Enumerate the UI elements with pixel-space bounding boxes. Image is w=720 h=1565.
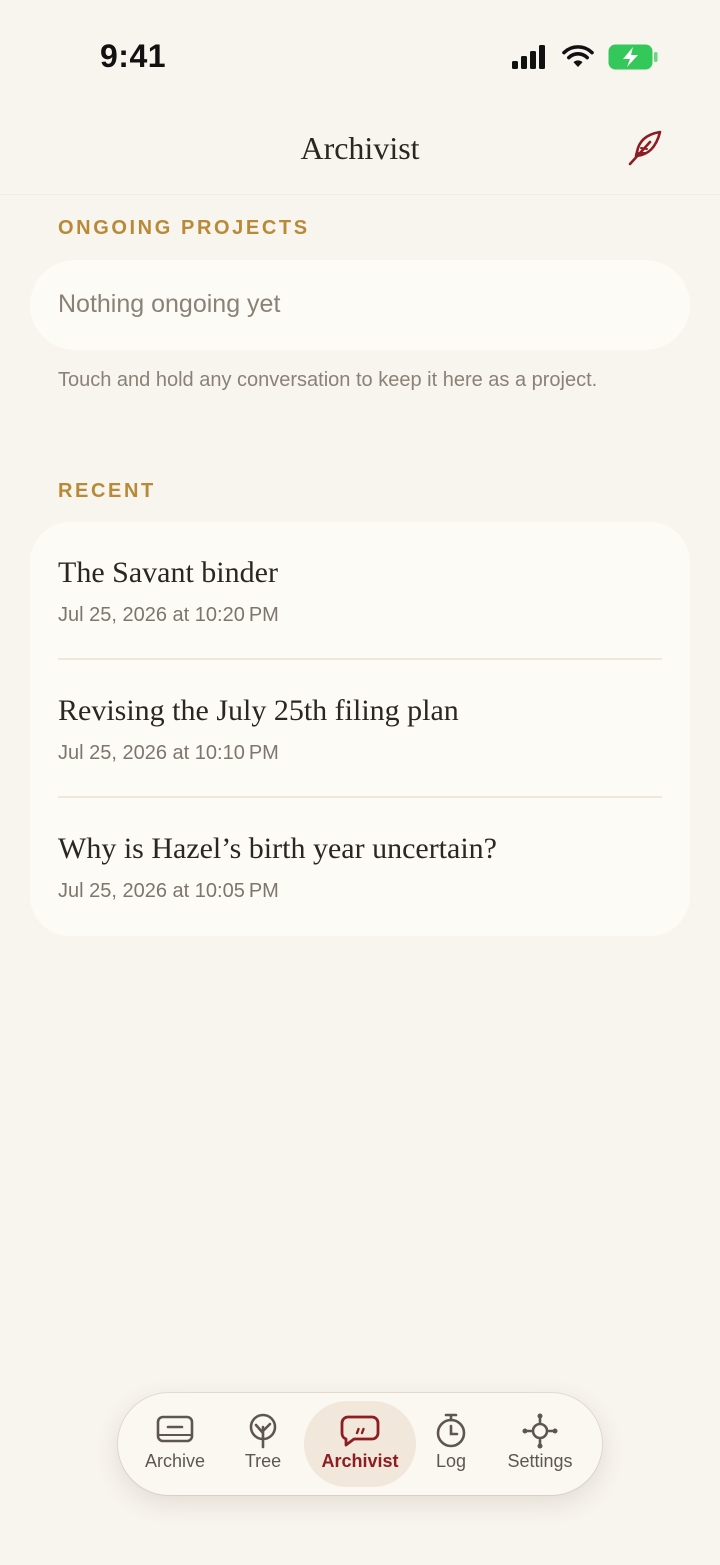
ongoing-empty-text: Nothing ongoing yet xyxy=(58,290,281,318)
conversation-date: Jul 25, 2026 at 10:20 PM xyxy=(58,604,279,626)
chat-bubble-icon xyxy=(340,1415,380,1447)
stopwatch-icon xyxy=(436,1413,466,1448)
ongoing-projects-label: ONGOING PROJECTS xyxy=(58,217,310,239)
conversation-date: Jul 25, 2026 at 10:05 PM xyxy=(58,880,279,902)
status-bar: 9:41 xyxy=(0,0,720,110)
quill-feather-icon xyxy=(628,130,662,166)
new-conversation-button[interactable] xyxy=(626,128,666,168)
tab-label: Log xyxy=(435,1451,467,1471)
recent-list: The Savant binder Jul 25, 2026 at 10:20 … xyxy=(30,522,690,936)
tab-settings[interactable]: Settings xyxy=(490,1393,590,1495)
tab-label: Archive xyxy=(144,1451,206,1471)
page-title: Archivist xyxy=(300,130,420,166)
ongoing-empty-card: Nothing ongoing yet xyxy=(30,260,690,350)
list-item[interactable]: Why is Hazel’s birth year uncertain? Jul… xyxy=(30,798,690,936)
tab-label: Archivist xyxy=(321,1451,399,1471)
battery-charging-icon xyxy=(608,44,658,70)
recent-label: RECENT xyxy=(58,480,156,502)
conversation-title: Revising the July 25th filing plan xyxy=(58,694,459,727)
tab-archivist[interactable]: Archivist xyxy=(304,1393,416,1495)
tab-archive[interactable]: Archive xyxy=(130,1393,220,1495)
tab-label: Settings xyxy=(507,1451,573,1471)
list-item[interactable]: The Savant binder Jul 25, 2026 at 10:20 … xyxy=(30,522,690,660)
status-icons xyxy=(512,44,658,70)
wifi-icon xyxy=(562,45,594,67)
tab-bar: Archive Tree Archivist Log Settings xyxy=(118,1393,602,1495)
settings-icon xyxy=(522,1413,558,1449)
nav-header: Archivist xyxy=(0,110,720,195)
cellular-signal-icon xyxy=(512,45,545,69)
conversation-title: Why is Hazel’s birth year uncertain? xyxy=(58,832,497,865)
ongoing-hint: Touch and hold any conversation to keep … xyxy=(58,369,598,391)
status-time: 9:41 xyxy=(100,38,167,74)
conversation-title: The Savant binder xyxy=(58,556,278,589)
tab-tree[interactable]: Tree xyxy=(222,1393,304,1495)
tree-icon xyxy=(249,1413,277,1449)
tab-label: Tree xyxy=(244,1451,282,1471)
archive-icon xyxy=(156,1415,194,1443)
tab-log[interactable]: Log xyxy=(416,1393,486,1495)
conversation-date: Jul 25, 2026 at 10:10 PM xyxy=(58,742,279,764)
list-item[interactable]: Revising the July 25th filing plan Jul 2… xyxy=(30,660,690,798)
